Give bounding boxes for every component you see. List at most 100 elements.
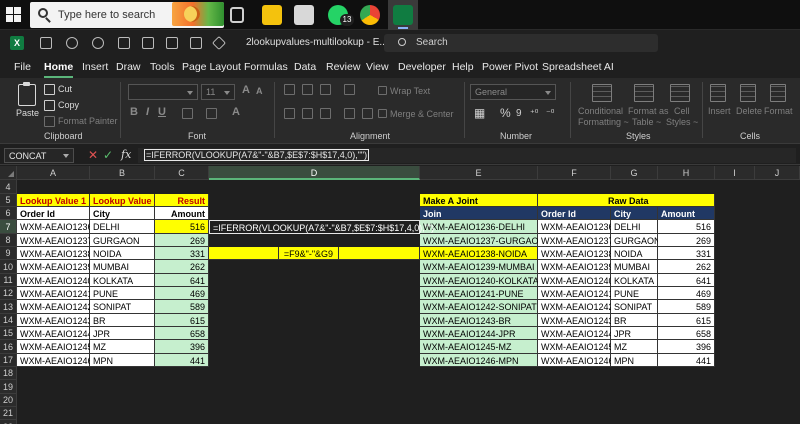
- insert-cells-button[interactable]: Insert: [708, 106, 731, 116]
- cut-button[interactable]: Cut: [58, 84, 72, 94]
- join-key-cell[interactable]: WXM-AEAIO1239-MUMBAI: [420, 260, 538, 274]
- format-painter-button[interactable]: Format Painter: [58, 116, 118, 126]
- format-as-table-button[interactable]: Format as: [628, 106, 669, 116]
- save-icon[interactable]: [40, 37, 52, 49]
- merge-center-button[interactable]: Merge & Center: [390, 109, 454, 119]
- percent-icon[interactable]: %: [500, 106, 511, 120]
- chrome-icon[interactable]: [360, 5, 380, 25]
- helper-formula-note[interactable]: =F9&"-"&G9: [279, 247, 339, 260]
- font-name-dropdown[interactable]: [128, 84, 198, 100]
- row-header-16[interactable]: 16: [0, 340, 17, 354]
- new-file-icon[interactable]: [118, 37, 130, 49]
- lookup-amount-cell[interactable]: 658: [155, 327, 209, 340]
- lookup-order-cell[interactable]: WXM-AEAIO1241: [17, 287, 93, 300]
- column-header-d[interactable]: D: [209, 166, 420, 180]
- raw-order-cell[interactable]: WXM-AEAIO1245: [538, 340, 614, 354]
- raw-order-cell[interactable]: WXM-AEAIO1246: [538, 354, 614, 367]
- format-cells-icon[interactable]: [770, 84, 786, 102]
- redo-icon[interactable]: [92, 37, 104, 49]
- format-painter-icon[interactable]: [44, 116, 55, 127]
- tab-developer[interactable]: Developer: [398, 61, 446, 73]
- excel-taskbar-button[interactable]: [388, 0, 418, 30]
- lookup-value-2-label[interactable]: Lookup Value 2: [90, 194, 159, 207]
- tab-file[interactable]: File: [14, 61, 31, 73]
- tab-tools[interactable]: Tools: [150, 61, 175, 73]
- title-search-box[interactable]: Search: [384, 34, 658, 52]
- row-header-17[interactable]: 17: [0, 354, 17, 367]
- cell-styles-icon[interactable]: [670, 84, 690, 102]
- raw-amount-cell[interactable]: 331: [658, 247, 715, 260]
- raw-amount-cell[interactable]: 615: [658, 314, 715, 327]
- header-order-id[interactable]: Order Id: [17, 207, 90, 220]
- raw-amount-cell[interactable]: 658: [658, 327, 715, 340]
- font-size-dropdown[interactable]: 11: [201, 84, 235, 100]
- row-header-10[interactable]: 10: [0, 260, 17, 274]
- join-key-cell[interactable]: WXM-AEAIO1242-SONIPAT: [420, 300, 538, 314]
- column-header-a[interactable]: A: [17, 166, 90, 180]
- raw-order-cell[interactable]: WXM-AEAIO1237: [538, 234, 614, 247]
- lookup-order-cell[interactable]: WXM-AEAIO1245: [17, 340, 93, 354]
- italic-icon[interactable]: I: [146, 106, 149, 118]
- tab-help[interactable]: Help: [452, 61, 474, 73]
- join-key-cell[interactable]: WXM-AEAIO1243-BR: [420, 314, 538, 327]
- raw-order-cell[interactable]: WXM-AEAIO1243: [538, 314, 614, 327]
- name-box[interactable]: CONCAT: [4, 148, 74, 163]
- row-header-8[interactable]: 8: [0, 234, 17, 247]
- raw-amount-cell[interactable]: 469: [658, 287, 715, 300]
- lookup-amount-cell[interactable]: 441: [155, 354, 209, 367]
- top-align-icon[interactable]: [284, 84, 295, 95]
- header-amount[interactable]: Amount: [155, 207, 209, 220]
- header-join[interactable]: Join: [420, 207, 538, 220]
- insert-function-button[interactable]: fx: [121, 148, 131, 161]
- font-color-icon[interactable]: A: [232, 106, 240, 118]
- header-city[interactable]: City: [90, 207, 155, 220]
- lookup-amount-cell[interactable]: 615: [155, 314, 209, 327]
- print-preview-icon[interactable]: [142, 37, 154, 49]
- column-header-j[interactable]: J: [755, 166, 800, 180]
- format-as-table-button-line2[interactable]: Table ~: [632, 117, 661, 127]
- decrease-indent-icon[interactable]: [344, 108, 355, 119]
- cell-styles-button[interactable]: Cell: [674, 106, 690, 116]
- column-header-c[interactable]: C: [155, 166, 209, 180]
- raw-city-cell[interactable]: BR: [611, 314, 658, 327]
- conditional-formatting-button-line2[interactable]: Formatting ~: [578, 117, 629, 127]
- raw-amount-cell[interactable]: 516: [658, 220, 715, 234]
- tab-draw[interactable]: Draw: [116, 61, 141, 73]
- row-header-13[interactable]: 13: [0, 300, 17, 314]
- conditional-formatting-icon[interactable]: [592, 84, 612, 102]
- lookup-order-cell[interactable]: WXM-AEAIO1237: [17, 234, 93, 247]
- raw-order-cell[interactable]: WXM-AEAIO1236: [538, 220, 614, 234]
- lookup-order-cell[interactable]: WXM-AEAIO1243: [17, 314, 93, 327]
- camera-icon[interactable]: [190, 37, 202, 49]
- lookup-city-cell[interactable]: MUMBAI: [90, 260, 155, 274]
- raw-city-cell[interactable]: PUNE: [611, 287, 658, 300]
- lookup-order-cell[interactable]: WXM-AEAIO1238: [17, 247, 93, 260]
- tab-data[interactable]: Data: [294, 61, 316, 73]
- lookup-value-1-label[interactable]: Lookup Value 1: [17, 194, 90, 207]
- lookup-amount-cell[interactable]: 469: [155, 287, 209, 300]
- format-cells-button[interactable]: Format: [764, 106, 793, 116]
- join-key-cell[interactable]: WXM-AEAIO1241-PUNE: [420, 287, 538, 300]
- row-header-4[interactable]: 4: [0, 180, 17, 194]
- row-header-6[interactable]: 6: [0, 207, 17, 220]
- column-header-i[interactable]: I: [715, 166, 755, 180]
- row-header-11[interactable]: 11: [0, 274, 17, 287]
- sort-icon[interactable]: [166, 37, 178, 49]
- underline-icon[interactable]: U: [158, 106, 166, 118]
- format-as-table-icon[interactable]: [634, 84, 654, 102]
- join-key-cell[interactable]: WXM-AEAIO1245-MZ: [420, 340, 538, 354]
- paste-button[interactable]: Paste: [16, 108, 39, 118]
- tab-power-pivot[interactable]: Power Pivot: [482, 61, 538, 73]
- raw-amount-cell[interactable]: 262: [658, 260, 715, 274]
- bold-icon[interactable]: B: [130, 106, 138, 118]
- column-header-e[interactable]: E: [420, 166, 538, 180]
- lookup-city-cell[interactable]: MPN: [90, 354, 155, 367]
- cancel-formula-icon[interactable]: ✕: [88, 148, 98, 162]
- active-editing-cell-d7[interactable]: =IFERROR(VLOOKUP(A7&"-"&B7,$E$7:$H$17,4,…: [209, 220, 434, 234]
- row-header-7[interactable]: 7: [0, 220, 17, 234]
- tab-view[interactable]: View: [366, 61, 389, 73]
- tab-spreadsheet-ai[interactable]: Spreadsheet AI: [542, 61, 614, 73]
- copy-button[interactable]: Copy: [58, 100, 79, 110]
- lookup-city-cell[interactable]: MZ: [90, 340, 155, 354]
- number-format-dropdown[interactable]: General: [470, 84, 556, 100]
